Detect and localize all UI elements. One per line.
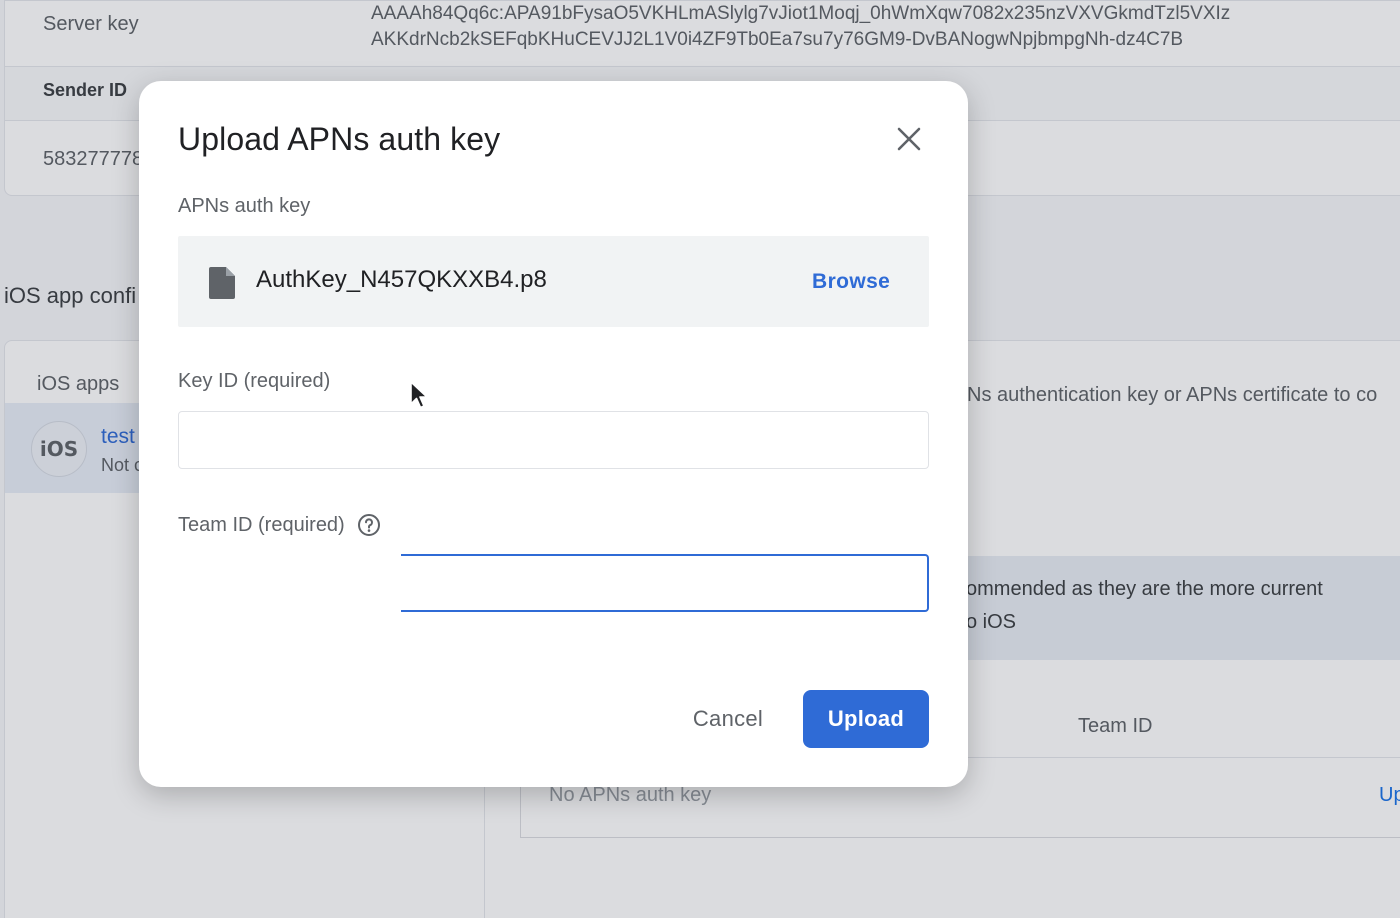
close-icon bbox=[897, 127, 921, 151]
close-button[interactable] bbox=[891, 121, 927, 157]
team-id-input[interactable] bbox=[401, 554, 929, 612]
browse-button[interactable]: Browse bbox=[812, 270, 890, 294]
mouse-pointer-icon bbox=[410, 381, 428, 409]
key-id-label: Key ID (required) bbox=[178, 370, 331, 392]
team-id-label-row: Team ID (required) bbox=[178, 513, 381, 537]
key-id-input[interactable] bbox=[178, 411, 929, 469]
dialog-title: Upload APNs auth key bbox=[178, 121, 501, 157]
file-icon bbox=[209, 267, 235, 299]
upload-button[interactable]: Upload bbox=[803, 690, 929, 748]
team-id-label: Team ID (required) bbox=[178, 513, 345, 536]
selected-file-name: AuthKey_N457QKXXB4.p8 bbox=[256, 266, 547, 293]
help-icon[interactable] bbox=[357, 513, 381, 537]
upload-apns-dialog: Upload APNs auth key APNs auth key AuthK… bbox=[139, 81, 968, 787]
file-picker: AuthKey_N457QKXXB4.p8 Browse bbox=[178, 236, 929, 327]
apns-auth-key-label: APNs auth key bbox=[178, 195, 311, 217]
cancel-button[interactable]: Cancel bbox=[674, 690, 782, 748]
